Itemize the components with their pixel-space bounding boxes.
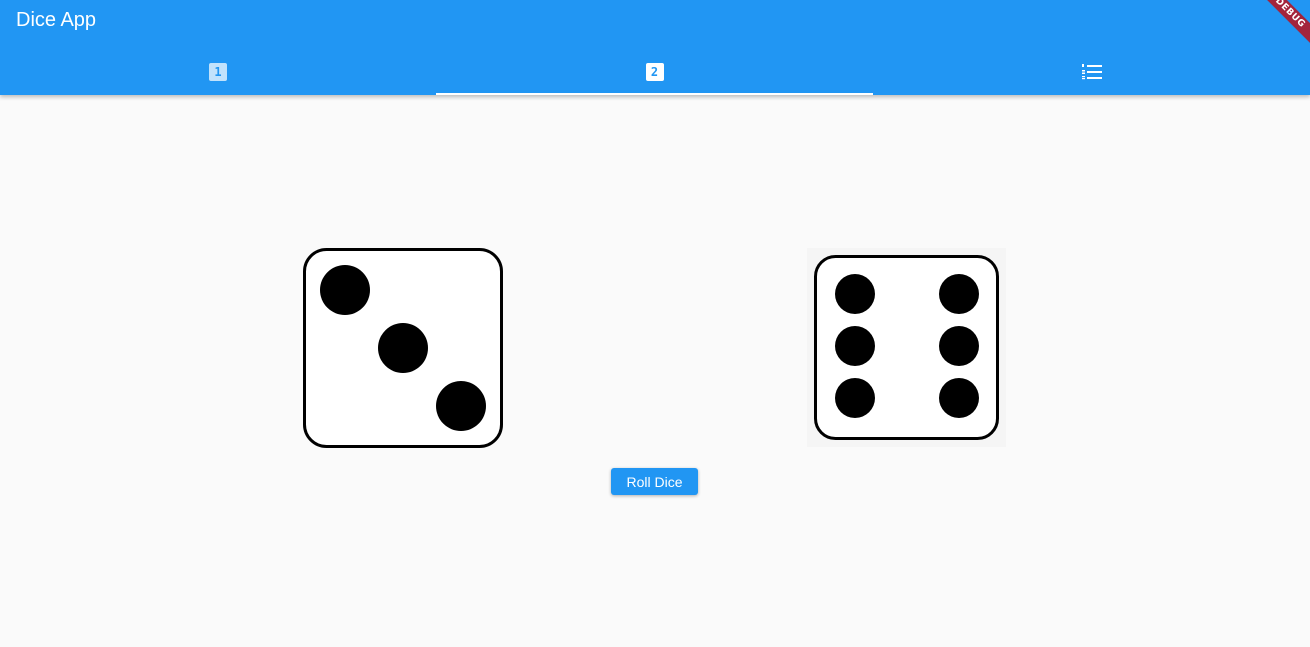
die-pip bbox=[835, 326, 875, 366]
tab-one[interactable]: 1 bbox=[0, 48, 436, 95]
dice-area bbox=[0, 95, 1310, 647]
die-pip bbox=[939, 274, 979, 314]
selected-tab-indicator bbox=[436, 93, 873, 95]
die-pip bbox=[835, 378, 875, 418]
tab-two[interactable]: 2 bbox=[436, 48, 873, 95]
looks-two-glyph: 2 bbox=[650, 64, 659, 79]
die-pip bbox=[939, 326, 979, 366]
die-right-face bbox=[814, 255, 999, 440]
looks-one-icon: 1 bbox=[209, 62, 227, 81]
die-right[interactable] bbox=[807, 248, 1006, 447]
app-title: Dice App bbox=[16, 9, 97, 31]
looks-one-glyph: 1 bbox=[214, 64, 222, 79]
roll-dice-button[interactable]: Roll Dice bbox=[611, 468, 698, 495]
tab-bar: 1 2 bbox=[0, 48, 1310, 95]
die-left-face bbox=[303, 248, 503, 448]
tab-list[interactable] bbox=[873, 48, 1310, 95]
die-pip bbox=[436, 381, 486, 431]
die-pip bbox=[835, 274, 875, 314]
looks-two-icon: 2 bbox=[645, 62, 664, 81]
die-pip bbox=[939, 378, 979, 418]
die-left[interactable] bbox=[303, 248, 503, 453]
app-bar: Dice App 1 2 DEBUG bbox=[0, 0, 1310, 95]
debug-banner: DEBUG bbox=[1251, 0, 1310, 52]
die-pip bbox=[320, 265, 370, 315]
format-list-numbered-icon bbox=[1081, 63, 1102, 79]
die-pip bbox=[378, 323, 428, 373]
